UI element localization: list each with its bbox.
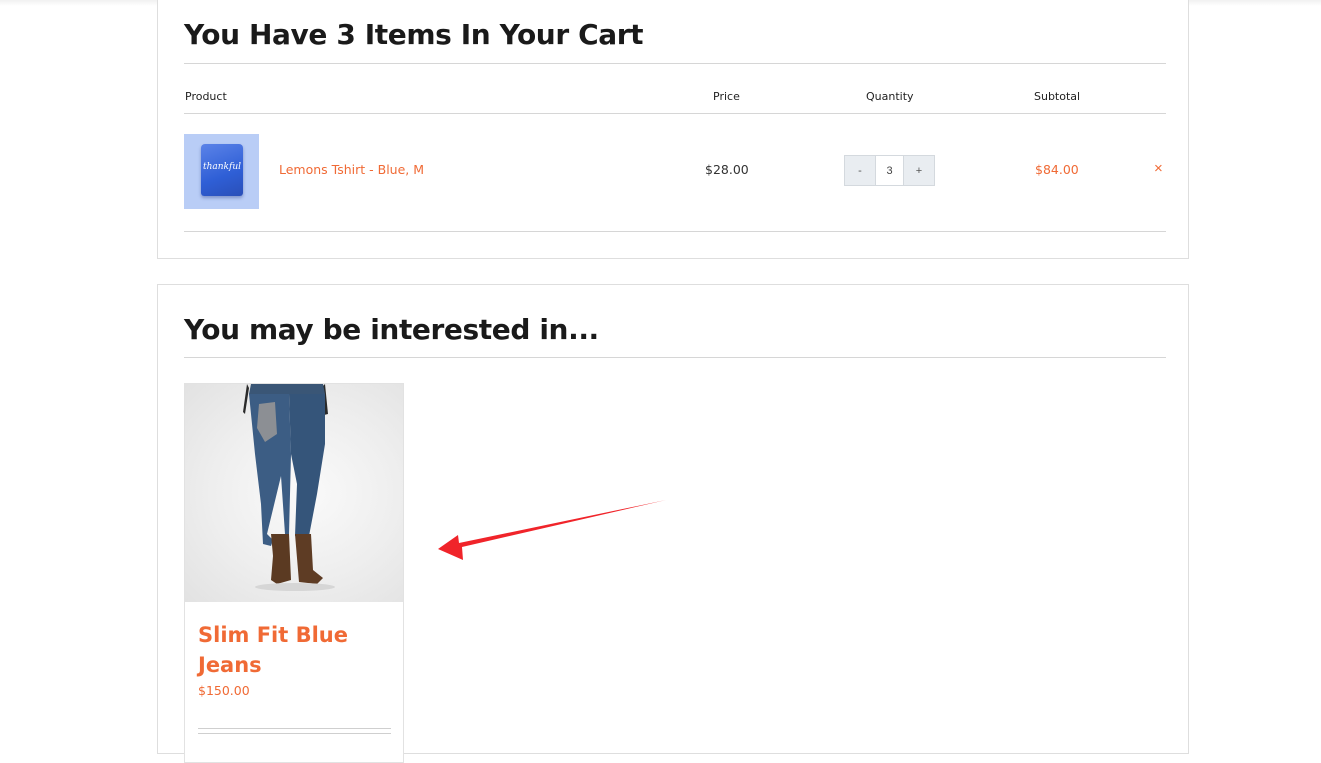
tshirt-print-text: thankful xyxy=(202,162,242,172)
column-header-price: Price xyxy=(713,90,740,103)
increment-button[interactable]: + xyxy=(904,156,934,185)
quantity-stepper: - 3 + xyxy=(844,155,935,186)
jeans-product-image[interactable] xyxy=(185,384,403,602)
title-divider xyxy=(184,63,1166,64)
decrement-button[interactable]: - xyxy=(845,156,875,185)
product-thumbnail[interactable]: thankful xyxy=(184,134,259,209)
header-divider xyxy=(184,113,1166,114)
close-icon[interactable]: × xyxy=(1154,161,1163,177)
cart-title: You Have 3 Items In Your Cart xyxy=(184,18,644,51)
column-header-product: Product xyxy=(185,90,227,103)
item-subtotal: $84.00 xyxy=(1035,162,1079,177)
column-header-subtotal: Subtotal xyxy=(1034,90,1081,103)
row-divider xyxy=(184,231,1166,232)
cart-panel: You Have 3 Items In Your Cart Product Pr… xyxy=(157,0,1189,259)
recommendations-panel: You may be interested in... Slim Fit Blu… xyxy=(157,284,1189,763)
recommendations-divider xyxy=(184,357,1166,358)
card-divider xyxy=(198,733,391,734)
product-name-link[interactable]: Lemons Tshirt - Blue, M xyxy=(279,162,424,177)
quantity-input[interactable]: 3 xyxy=(875,156,904,185)
product-card-price: $150.00 xyxy=(198,683,250,698)
recommendations-title: You may be interested in... xyxy=(184,313,599,346)
jeans-illustration xyxy=(243,384,335,591)
product-card-name[interactable]: Slim Fit Blue Jeans xyxy=(198,620,388,680)
item-price: $28.00 xyxy=(705,162,749,177)
product-card[interactable]: Slim Fit Blue Jeans $150.00 xyxy=(184,383,404,763)
column-header-quantity: Quantity xyxy=(866,90,914,103)
card-divider xyxy=(198,728,391,729)
